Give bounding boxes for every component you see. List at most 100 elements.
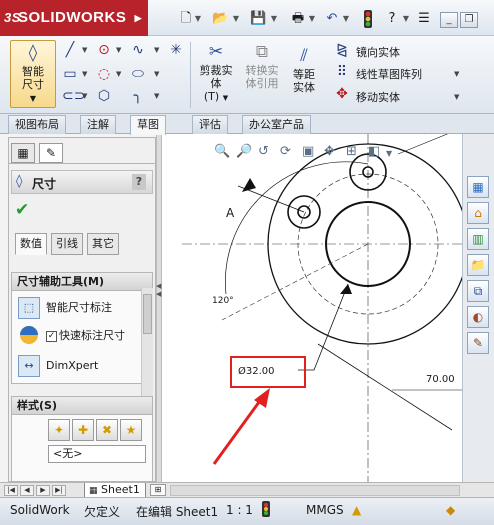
view-orientation-icon[interactable]: ⊞	[346, 144, 357, 159]
arc-dropdown-icon[interactable]: ▼	[116, 70, 121, 78]
undo-dropdown-icon[interactable]: ▼	[342, 10, 350, 28]
graphics-area[interactable]: 🔍 🔎 ↺ ⟳ ▣ ✥ ⊞ ◧ ▼ A 120° Ø32.00 70.00	[162, 134, 462, 486]
restore-icon[interactable]: ❐	[460, 12, 478, 28]
convert-entities-button[interactable]: ⧉ 转换实体引用	[242, 42, 282, 90]
move-entities-icon[interactable]: ✥	[334, 86, 350, 102]
tab-sketch[interactable]: 草图	[130, 115, 166, 135]
dimxpert-tool[interactable]: ↔ DimXpert	[18, 355, 98, 377]
solidworks-resources-icon[interactable]: ▦	[467, 176, 489, 198]
new-document-icon[interactable]: 🗋	[178, 10, 194, 28]
help-dropdown-icon[interactable]: ▼	[402, 10, 410, 28]
next-sheet-icon[interactable]: ▶	[36, 485, 50, 496]
line-dropdown-icon[interactable]: ▼	[82, 46, 87, 54]
linear-pattern-label[interactable]: 线性草图阵列	[356, 66, 422, 82]
panel-scrollbar[interactable]	[141, 288, 153, 408]
arc-icon[interactable]: ◌	[96, 66, 112, 82]
linear-pattern-icon[interactable]: ⠿	[334, 64, 350, 80]
fillet-icon[interactable]: ╮	[130, 88, 146, 104]
new-dropdown-icon[interactable]: ▼	[194, 10, 202, 28]
help-icon[interactable]: ?	[384, 10, 400, 28]
help-button[interactable]: ?	[132, 174, 146, 190]
style-title[interactable]: 样式(S)	[12, 397, 152, 415]
section-view-icon[interactable]: ▣	[302, 144, 314, 159]
file-explorer-icon[interactable]: 📁	[467, 254, 489, 276]
status-units[interactable]: MMGS	[306, 503, 344, 517]
delete-style-icon[interactable]: ✖	[96, 419, 118, 441]
rectangle-dropdown-icon[interactable]: ▼	[82, 70, 87, 78]
linear-pattern-dropdown-icon[interactable]: ▼	[454, 70, 459, 78]
dimension-tools-title[interactable]: 尺寸辅助工具(M)	[12, 273, 152, 291]
minimize-icon[interactable]: _	[440, 12, 458, 28]
collapse-handle-icon[interactable]: ◀ ◀	[156, 282, 161, 298]
previous-view-icon[interactable]: ↺	[258, 144, 269, 159]
style-select[interactable]: <无>	[48, 445, 146, 463]
open-dropdown-icon[interactable]: ▼	[232, 10, 240, 28]
circle-icon[interactable]: ⊙	[96, 42, 112, 58]
rectangle-icon[interactable]: ▭	[62, 66, 78, 82]
smart-dimension-tool[interactable]: ⬚ 智能尺寸标注	[18, 297, 112, 319]
appearances-icon[interactable]: ◐	[467, 306, 489, 328]
circle-dropdown-icon[interactable]: ▼	[116, 46, 121, 54]
ellipse-dropdown-icon[interactable]: ▼	[154, 70, 159, 78]
apply-style-icon[interactable]: ✦	[48, 419, 70, 441]
smart-dimension-dropdown-icon[interactable]: ▼	[11, 92, 55, 105]
move-dropdown-icon[interactable]: ▼	[454, 93, 459, 101]
spline-icon[interactable]: ∿	[130, 42, 146, 58]
solidworks-logo[interactable]: 3S SOLIDWORKS ▶	[0, 0, 148, 36]
tab-other[interactable]: 其它	[87, 233, 119, 255]
add-sheet-icon[interactable]: ⊞	[150, 484, 166, 496]
sheet-tab[interactable]: ▦ Sheet1	[84, 483, 146, 498]
zoom-area-icon[interactable]: 🔎	[236, 144, 252, 159]
ok-check-icon[interactable]: ✔	[15, 200, 29, 220]
custom-properties-icon[interactable]: ✎	[467, 332, 489, 354]
offset-entities-button[interactable]: ⫽ 等距实体	[288, 46, 320, 94]
save-icon[interactable]: 💾	[250, 10, 266, 28]
spline-dropdown-icon[interactable]: ▼	[154, 46, 159, 54]
pan-view-icon[interactable]: ✥	[324, 144, 335, 159]
logo-menu-arrow-icon[interactable]: ▶	[135, 0, 142, 36]
add-style-icon[interactable]: ✚	[72, 419, 94, 441]
fillet-dropdown-icon[interactable]: ▼	[154, 92, 159, 100]
point-icon[interactable]: ✳	[168, 42, 184, 58]
smart-dimension-button[interactable]: ◊ 智能尺寸 ▼	[10, 40, 56, 108]
design-library-icon[interactable]: ▥	[467, 228, 489, 250]
trim-entities-button[interactable]: ✂ 剪裁实体 (T) ▼	[196, 42, 236, 105]
mirror-entities-label[interactable]: 镜向实体	[356, 44, 400, 60]
save-dropdown-icon[interactable]: ▼	[270, 10, 278, 28]
tab-value[interactable]: 数值	[15, 233, 47, 255]
display-style-dropdown-icon[interactable]: ▼	[386, 149, 392, 158]
angle-dimension[interactable]: 120°	[212, 296, 234, 306]
rebuild-traffic-light-icon[interactable]	[360, 10, 376, 28]
move-entities-label[interactable]: 移动实体	[356, 89, 400, 105]
status-units-icon[interactable]: ▲	[352, 503, 361, 517]
save-style-icon[interactable]: ★	[120, 419, 142, 441]
tab-evaluate[interactable]: 评估	[192, 115, 228, 134]
print-icon[interactable]: 🖶	[290, 10, 306, 28]
status-rebuild-icon[interactable]	[262, 501, 270, 520]
polygon-icon[interactable]: ⬡	[96, 88, 112, 104]
ellipse-icon[interactable]: ⬭	[130, 66, 146, 82]
property-manager-tab-icon[interactable]: ✎	[39, 143, 63, 163]
last-sheet-icon[interactable]: ▶|	[52, 485, 66, 496]
panel-scroll-thumb[interactable]	[143, 294, 152, 334]
horizontal-scrollbar[interactable]	[170, 485, 460, 496]
undo-icon[interactable]: ↶	[324, 10, 340, 28]
home-icon[interactable]: ⌂	[467, 202, 489, 224]
options-icon[interactable]: ☰	[416, 10, 432, 28]
slot-icon[interactable]: ⊂⊃	[62, 88, 85, 104]
tab-annotation[interactable]: 注解	[80, 115, 116, 134]
tab-view-layout[interactable]: 视图布局	[8, 115, 66, 134]
tab-leaders[interactable]: 引线	[51, 233, 83, 255]
slot-dropdown-icon[interactable]: ▼	[82, 92, 87, 100]
rotate-view-icon[interactable]: ⟳	[280, 144, 291, 159]
length-dimension[interactable]: 70.00	[426, 374, 455, 385]
print-dropdown-icon[interactable]: ▼	[308, 10, 316, 28]
line-icon[interactable]: ╱	[62, 42, 78, 58]
quick-dimension-tool[interactable]: ✓ 快速标注尺寸	[18, 325, 125, 347]
tab-office-products[interactable]: 办公室产品	[242, 115, 311, 134]
trim-dropdown-icon[interactable]: ▼	[223, 94, 228, 102]
open-folder-icon[interactable]: 📂	[212, 10, 228, 28]
zoom-to-fit-icon[interactable]: 🔍	[214, 144, 230, 159]
prev-sheet-icon[interactable]: ◀	[20, 485, 34, 496]
display-style-icon[interactable]: ◧	[368, 144, 380, 159]
